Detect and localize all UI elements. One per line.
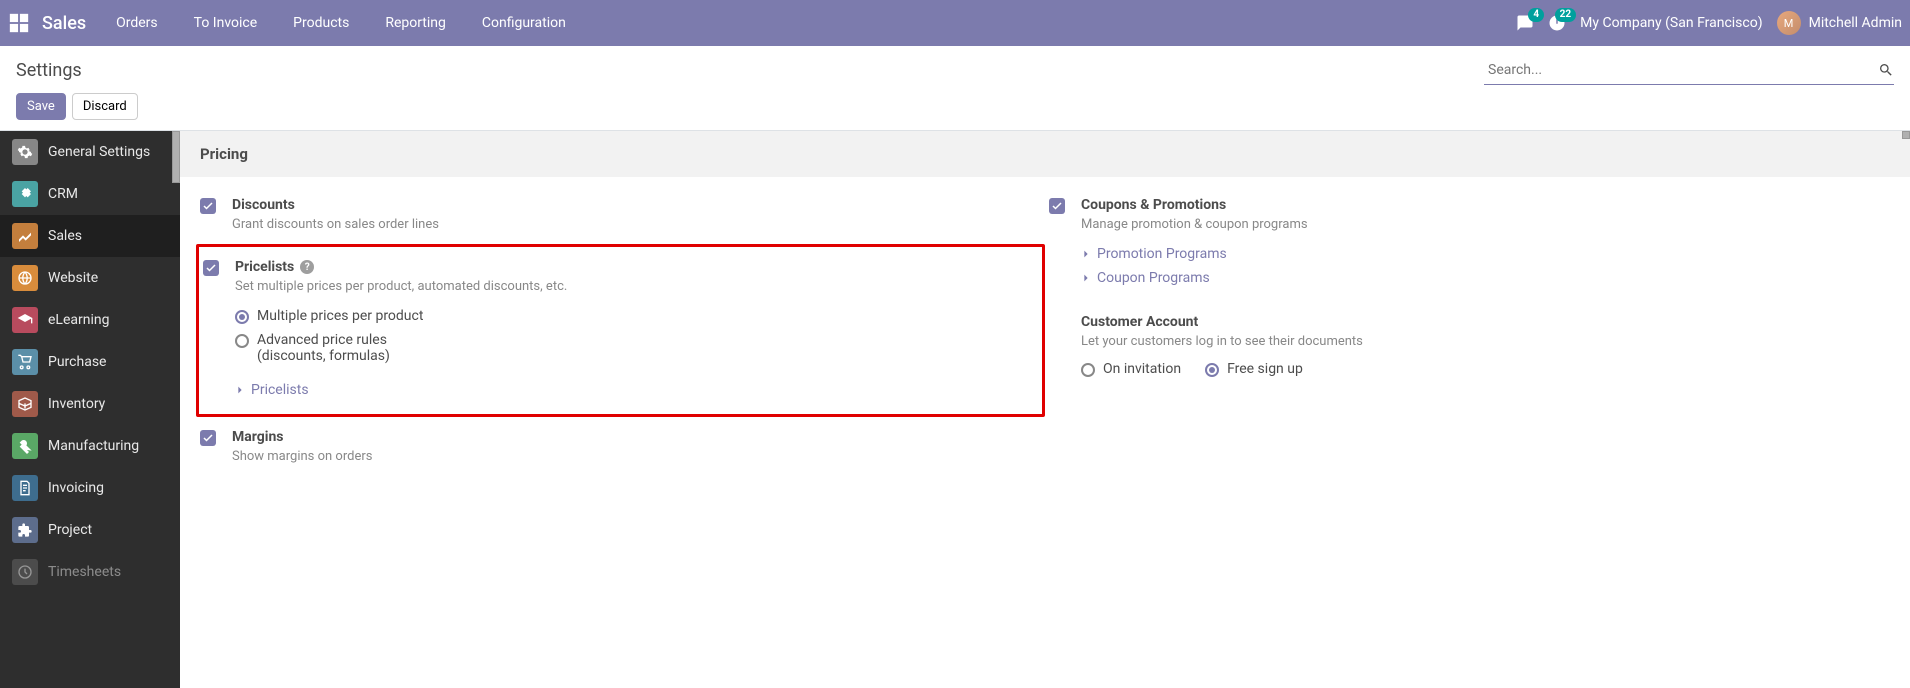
sidebar-item-label: CRM	[48, 186, 78, 202]
setting-desc: Manage promotion & coupon programs	[1081, 217, 1890, 232]
sidebar-item-website[interactable]: Website	[0, 257, 180, 299]
setting-desc: Grant discounts on sales order lines	[232, 217, 1041, 232]
sidebar-item-elearning[interactable]: eLearning	[0, 299, 180, 341]
sidebar-item-label: Purchase	[48, 354, 106, 370]
sidebar-item-label: General Settings	[48, 144, 150, 160]
top-navbar: Sales Orders To Invoice Products Reporti…	[0, 0, 1910, 46]
invoice-icon	[12, 475, 38, 501]
checkbox-margins[interactable]	[200, 430, 216, 446]
user-menu[interactable]: M Mitchell Admin	[1777, 11, 1902, 35]
arrow-right-icon	[1081, 249, 1091, 259]
settings-content: Pricing Discounts Grant discounts on sal…	[180, 131, 1910, 688]
apps-icon[interactable]	[8, 12, 30, 34]
handshake-icon	[12, 181, 38, 207]
sidebar-item-label: Timesheets	[48, 564, 121, 580]
messages-icon[interactable]: 4	[1516, 14, 1534, 32]
sidebar-item-project[interactable]: Project	[0, 509, 180, 551]
discard-button[interactable]: Discard	[72, 93, 138, 120]
sidebar-item-label: Manufacturing	[48, 438, 139, 454]
setting-title: Discounts	[232, 197, 1041, 213]
radio-icon	[1205, 363, 1219, 377]
checkbox-coupons[interactable]	[1049, 198, 1065, 214]
sidebar-item-label: Project	[48, 522, 92, 538]
nav-orders[interactable]: Orders	[110, 11, 164, 35]
setting-desc: Show margins on orders	[232, 449, 1041, 464]
nav-reporting[interactable]: Reporting	[379, 11, 452, 35]
sidebar-item-label: Website	[48, 270, 98, 286]
setting-pricelists: Pricelists ? Set multiple prices per pro…	[199, 247, 1034, 414]
box-icon	[12, 391, 38, 417]
activities-badge: 22	[1555, 8, 1576, 22]
sidebar-item-invoicing[interactable]: Invoicing	[0, 467, 180, 509]
radio-icon	[235, 334, 249, 348]
cart-icon	[12, 349, 38, 375]
setting-title: Pricelists ?	[235, 259, 1030, 275]
radio-icon	[1081, 363, 1095, 377]
user-name: Mitchell Admin	[1809, 15, 1902, 31]
nav-menu: Orders To Invoice Products Reporting Con…	[110, 11, 572, 35]
setting-title: Customer Account	[1081, 314, 1890, 330]
settings-sidebar: General Settings CRM Sales Website eLear…	[0, 131, 180, 688]
avatar: M	[1777, 11, 1801, 35]
sidebar-item-inventory[interactable]: Inventory	[0, 383, 180, 425]
company-selector[interactable]: My Company (San Francisco)	[1580, 15, 1762, 31]
radio-icon	[235, 310, 249, 324]
radio-advanced-rules[interactable]: Advanced price rules (discounts, formula…	[235, 328, 1030, 368]
puzzle-icon	[12, 517, 38, 543]
messages-badge: 4	[1528, 8, 1544, 22]
setting-title: Margins	[232, 429, 1041, 445]
search-input[interactable]	[1484, 56, 1878, 84]
search-box[interactable]	[1484, 56, 1894, 85]
radio-on-invitation[interactable]: On invitation	[1081, 357, 1181, 381]
sidebar-item-purchase[interactable]: Purchase	[0, 341, 180, 383]
checkbox-pricelists[interactable]	[203, 260, 219, 276]
link-pricelists[interactable]: Pricelists	[235, 378, 1030, 402]
globe-icon	[12, 265, 38, 291]
checkbox-discounts[interactable]	[200, 198, 216, 214]
setting-desc: Set multiple prices per product, automat…	[235, 279, 1030, 294]
setting-desc: Let your customers log in to see their d…	[1081, 334, 1890, 349]
link-promotion-programs[interactable]: Promotion Programs	[1081, 242, 1890, 266]
section-pricing: Pricing	[180, 131, 1910, 177]
sidebar-item-label: Sales	[48, 228, 82, 244]
control-panel: Settings Save Discard	[0, 46, 1910, 131]
nav-products[interactable]: Products	[287, 11, 355, 35]
arrow-right-icon	[235, 385, 245, 395]
sidebar-item-general[interactable]: General Settings	[0, 131, 180, 173]
nav-configuration[interactable]: Configuration	[476, 11, 572, 35]
clock-icon	[12, 559, 38, 585]
sidebar-item-crm[interactable]: CRM	[0, 173, 180, 215]
help-icon[interactable]: ?	[300, 260, 314, 274]
nav-toinvoice[interactable]: To Invoice	[188, 11, 264, 35]
gear-icon	[12, 139, 38, 165]
highlight-pricelists: Pricelists ? Set multiple prices per pro…	[196, 244, 1045, 417]
sidebar-item-sales[interactable]: Sales	[0, 215, 180, 257]
sidebar-item-label: Invoicing	[48, 480, 104, 496]
radio-free-signup[interactable]: Free sign up	[1205, 357, 1303, 381]
setting-discounts: Discounts Grant discounts on sales order…	[196, 185, 1045, 244]
arrow-right-icon	[1081, 273, 1091, 283]
breadcrumb: Settings	[16, 60, 82, 81]
sidebar-item-timesheets[interactable]: Timesheets	[0, 551, 180, 593]
save-button[interactable]: Save	[16, 93, 66, 120]
radio-multiple-prices[interactable]: Multiple prices per product	[235, 304, 1030, 328]
wrench-icon	[12, 433, 38, 459]
sidebar-item-manufacturing[interactable]: Manufacturing	[0, 425, 180, 467]
app-brand[interactable]: Sales	[42, 13, 86, 34]
activities-icon[interactable]: 22	[1548, 14, 1566, 32]
setting-title: Coupons & Promotions	[1081, 197, 1890, 213]
chart-icon	[12, 223, 38, 249]
setting-margins: Margins Show margins on orders	[196, 417, 1045, 476]
link-coupon-programs[interactable]: Coupon Programs	[1081, 266, 1890, 290]
search-icon[interactable]	[1878, 62, 1894, 78]
setting-coupons: Coupons & Promotions Manage promotion & …	[1045, 185, 1894, 302]
sidebar-item-label: Inventory	[48, 396, 105, 412]
setting-customer-account: Customer Account Let your customers log …	[1045, 302, 1894, 393]
graduation-icon	[12, 307, 38, 333]
sidebar-item-label: eLearning	[48, 312, 109, 328]
